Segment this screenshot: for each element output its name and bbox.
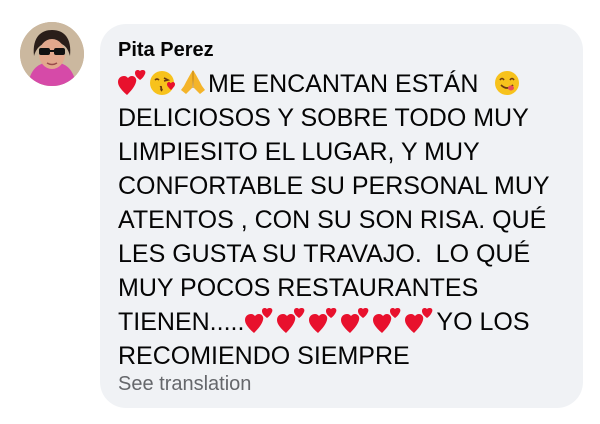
kissing-face-icon [148,68,178,96]
comment-line-6: LES GUSTA SU TRAVAJO. LO QUÉ [118,240,531,268]
two-hearts-icon [340,306,372,334]
two-hearts-icon [308,306,340,334]
two-hearts-icon [118,68,148,96]
comment-line-7: MUY POCOS RESTAURANTES [118,274,479,302]
comment-line-4: CONFORTABLE SU PERSONAL MUY [118,172,550,200]
comment-line-8: TIENEN..... YO LOS [118,306,530,336]
comment-line-2: DELICIOSOS Y SOBRE TODO MUY [118,104,529,132]
comment-text: ME ENCANTAN ESTÁN DELICIOSOS Y SOBRE TOD… [118,67,563,373]
profile-photo-icon [20,22,84,86]
avatar[interactable] [20,22,84,86]
comment-line-1: ME ENCANTAN ESTÁN [118,67,563,101]
two-hearts-icon [372,306,404,334]
author-name[interactable]: Pita Perez [118,38,214,62]
folded-hands-icon [178,68,208,96]
savoring-face-icon [492,68,522,96]
two-hearts-icon [244,306,276,334]
see-translation-link[interactable]: See translation [118,372,251,396]
comment-bubble: Pita Perez ME ENCANTAN ESTÁN DELICIOSOS … [100,24,583,408]
comment-line-5: ATENTOS , CON SU SON RISA. QUÉ [118,206,547,234]
two-hearts-icon [404,306,436,334]
comment-line-3: LIMPIESITO EL LUGAR, Y MUY [118,138,480,166]
comment-line-9: RECOMIENDO SIEMPRE [118,342,410,370]
two-hearts-icon [276,306,308,334]
